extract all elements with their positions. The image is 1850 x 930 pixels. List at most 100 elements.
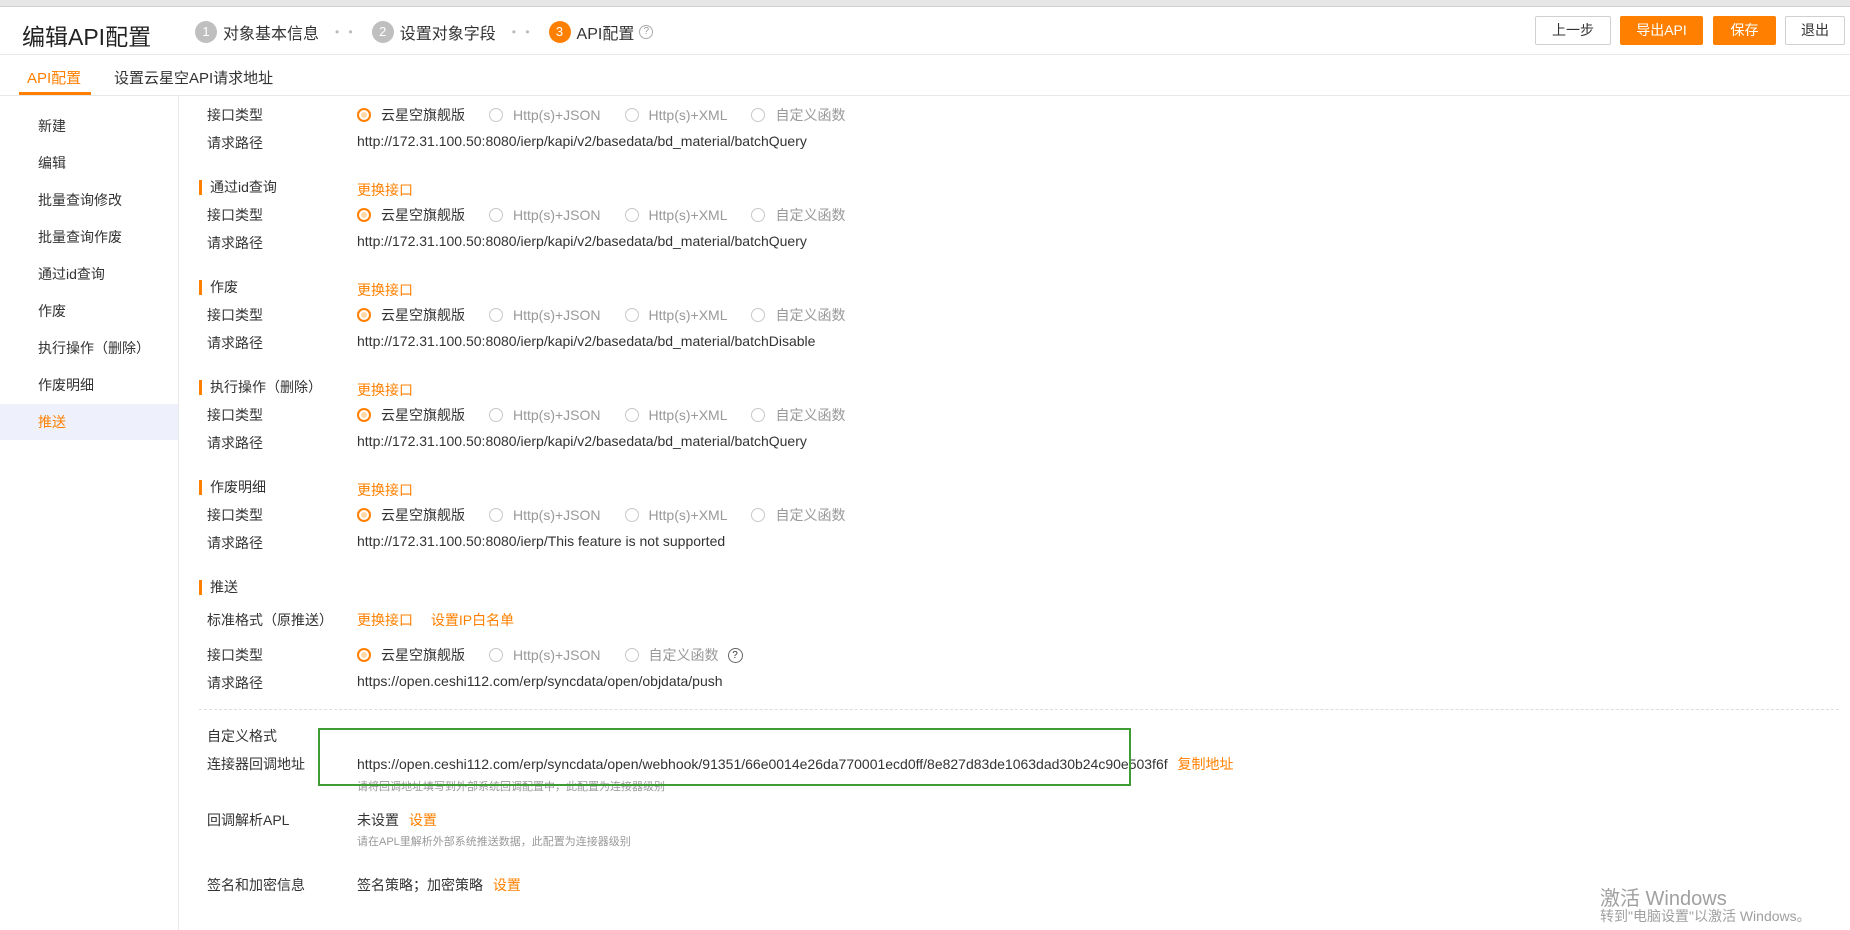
section-header-push: 推送 <box>179 580 1779 600</box>
step-3[interactable]: 3 API配置 ? <box>548 20 654 44</box>
apl-set-link[interactable]: 设置 <box>409 812 437 828</box>
sidebar-item-create[interactable]: 新建 <box>0 108 178 144</box>
sidebar-item-edit[interactable]: 编辑 <box>0 145 178 181</box>
radio-option[interactable]: 云星空旗舰版 <box>357 305 465 325</box>
interface-type-row: 接口类型 云星空旗舰版 Http(s)+JSON 自定义函数 ? <box>179 645 1779 665</box>
prev-step-button[interactable]: 上一步 <box>1535 16 1611 45</box>
radio-option[interactable]: 自定义函数 <box>751 205 845 225</box>
push-links: 更换接口 设置IP白名单 <box>357 610 514 630</box>
change-interface-link[interactable]: 更换接口 <box>357 180 413 200</box>
step-3-label: API配置 <box>576 26 635 43</box>
exit-button[interactable]: 退出 <box>1785 16 1845 45</box>
interface-type-row: 接口类型 云星空旗舰版 Http(s)+JSON Http(s)+XML 自定义… <box>179 205 1779 225</box>
radio-option[interactable]: 自定义函数 <box>751 305 845 325</box>
callback-apl-row: 回调解析APL 未设置 设置 <box>179 810 1779 830</box>
radio-option[interactable]: Http(s)+XML <box>624 107 727 123</box>
step-1[interactable]: 1 对象基本信息 <box>195 20 319 44</box>
request-path-label: 请求路径 <box>207 235 263 251</box>
interface-type-radio-group: 云星空旗舰版 Http(s)+JSON 自定义函数 ? <box>357 645 743 665</box>
change-interface-link[interactable]: 更换接口 <box>357 280 413 300</box>
sidebar-item-query-by-id[interactable]: 通过id查询 <box>0 256 178 292</box>
request-path-label: 请求路径 <box>207 435 263 451</box>
radio-option[interactable]: Http(s)+XML <box>624 507 727 523</box>
highlight-box <box>318 728 1131 786</box>
radio-option[interactable]: 自定义函数 <box>751 105 845 125</box>
request-path-value: http://172.31.100.50:8080/ierp/kapi/v2/b… <box>357 233 807 249</box>
radio-option[interactable]: 自定义函数 <box>751 505 845 525</box>
section-title: 执行操作（删除） <box>199 380 322 395</box>
request-path-row: 请求路径 http://172.31.100.50:8080/ierp/kapi… <box>179 233 1779 253</box>
sidebar-item-batch-invalid[interactable]: 批量查询作废 <box>0 219 178 255</box>
sign-encrypt-label: 签名和加密信息 <box>207 877 305 893</box>
sign-encrypt-value: 签名策略；加密策略 设置 <box>357 875 521 895</box>
step-separator: • • <box>511 25 533 39</box>
radio-option[interactable]: Http(s)+XML <box>624 307 727 323</box>
radio-option[interactable]: 自定义函数 <box>624 645 719 665</box>
radio-option[interactable]: Http(s)+JSON <box>489 407 601 423</box>
help-icon[interactable]: ? <box>639 25 654 39</box>
request-path-row: 请求路径 https://open.ceshi112.com/erp/syncd… <box>179 673 1779 693</box>
radio-option[interactable]: Http(s)+JSON <box>489 107 601 123</box>
sidebar-item-push[interactable]: 推送 <box>0 404 178 440</box>
radio-option[interactable]: Http(s)+XML <box>624 407 727 423</box>
tab-request-address[interactable]: 设置云星空API请求地址 <box>114 67 273 88</box>
interface-type-radio-group: 云星空旗舰版 Http(s)+JSON Http(s)+XML 自定义函数 <box>357 405 869 425</box>
copy-address-link[interactable]: 复制地址 <box>1178 756 1234 772</box>
request-path-row: 请求路径 http://172.31.100.50:8080/ierp/kapi… <box>179 433 1779 453</box>
save-button[interactable]: 保存 <box>1713 16 1776 45</box>
interface-type-radio-group: 云星空旗舰版 Http(s)+JSON Http(s)+XML 自定义函数 <box>357 305 869 325</box>
callback-apl-label: 回调解析APL <box>207 812 290 828</box>
sidebar: 新建 编辑 批量查询修改 批量查询作废 通过id查询 作废 执行操作（删除） 作… <box>0 96 179 930</box>
step-2[interactable]: 2 设置对象字段 <box>371 20 496 44</box>
page-title: 编辑API配置 <box>22 24 152 50</box>
radio-option[interactable]: 云星空旗舰版 <box>357 405 465 425</box>
request-path-value: https://open.ceshi112.com/erp/syncdata/o… <box>357 673 723 689</box>
interface-type-row: 接口类型 云星空旗舰版 Http(s)+JSON Http(s)+XML 自定义… <box>179 305 1779 325</box>
apl-hint: 请在APL里解析外部系统推送数据，此配置为连接器级别 <box>357 836 631 848</box>
interface-type-label: 接口类型 <box>207 407 263 423</box>
radio-option[interactable]: 云星空旗舰版 <box>357 645 465 665</box>
section-title: 推送 <box>199 580 238 595</box>
section-title: 通过id查询 <box>199 180 277 195</box>
interface-type-label: 接口类型 <box>207 107 263 123</box>
interface-type-label: 接口类型 <box>207 647 263 663</box>
request-path-row: 请求路径 http://172.31.100.50:8080/ierp/kapi… <box>179 333 1779 353</box>
help-icon[interactable]: ? <box>727 647 743 663</box>
sign-set-link[interactable]: 设置 <box>493 877 521 893</box>
sidebar-item-invalid[interactable]: 作废 <box>0 293 178 329</box>
change-interface-link[interactable]: 更换接口 <box>357 480 413 500</box>
radio-option[interactable]: 云星空旗舰版 <box>357 505 465 525</box>
radio-option[interactable]: Http(s)+XML <box>624 207 727 223</box>
main-content: 接口类型 云星空旗舰版 Http(s)+JSON Http(s)+XML 自定义… <box>179 96 1850 930</box>
standard-format-label: 标准格式（原推送） <box>207 612 333 628</box>
set-ip-whitelist-link[interactable]: 设置IP白名单 <box>431 612 514 628</box>
section-header-by-id: 通过id查询 更换接口 <box>179 180 1779 200</box>
interface-type-radio-group: 云星空旗舰版 Http(s)+JSON Http(s)+XML 自定义函数 <box>357 105 869 125</box>
radio-option[interactable]: Http(s)+JSON <box>489 647 601 663</box>
step-indicator: 1 对象基本信息 • • 2 设置对象字段 • • 3 API配置 ? <box>195 20 654 44</box>
radio-option[interactable]: Http(s)+JSON <box>489 207 601 223</box>
section-header-invalid: 作废 更换接口 <box>179 280 1779 300</box>
radio-option[interactable]: 云星空旗舰版 <box>357 105 465 125</box>
radio-option[interactable]: Http(s)+JSON <box>489 507 601 523</box>
step-separator: • • <box>335 25 356 39</box>
change-interface-link[interactable]: 更换接口 <box>357 380 413 400</box>
section-title: 作废 <box>199 280 238 295</box>
export-api-button[interactable]: 导出API <box>1620 16 1703 45</box>
radio-option[interactable]: Http(s)+JSON <box>489 307 601 323</box>
change-interface-link[interactable]: 更换接口 <box>357 612 413 628</box>
radio-option[interactable]: 自定义函数 <box>751 405 845 425</box>
sidebar-item-batch-edit[interactable]: 批量查询修改 <box>0 182 178 218</box>
radio-option[interactable]: 云星空旗舰版 <box>357 205 465 225</box>
apl-status: 未设置 <box>357 812 399 828</box>
tab-api-config[interactable]: API配置 <box>27 67 81 88</box>
request-path-label: 请求路径 <box>207 335 263 351</box>
interface-type-radio-group: 云星空旗舰版 Http(s)+JSON Http(s)+XML 自定义函数 <box>357 205 869 225</box>
request-path-label: 请求路径 <box>207 675 263 691</box>
step-2-label: 设置对象字段 <box>399 26 496 43</box>
sidebar-item-delete[interactable]: 执行操作（删除） <box>0 330 178 366</box>
request-path-label: 请求路径 <box>207 135 263 151</box>
standard-format-row: 标准格式（原推送） 更换接口 设置IP白名单 <box>179 610 1779 630</box>
sidebar-item-invalid-detail[interactable]: 作废明细 <box>0 367 178 403</box>
interface-type-radio-group: 云星空旗舰版 Http(s)+JSON Http(s)+XML 自定义函数 <box>357 505 869 525</box>
